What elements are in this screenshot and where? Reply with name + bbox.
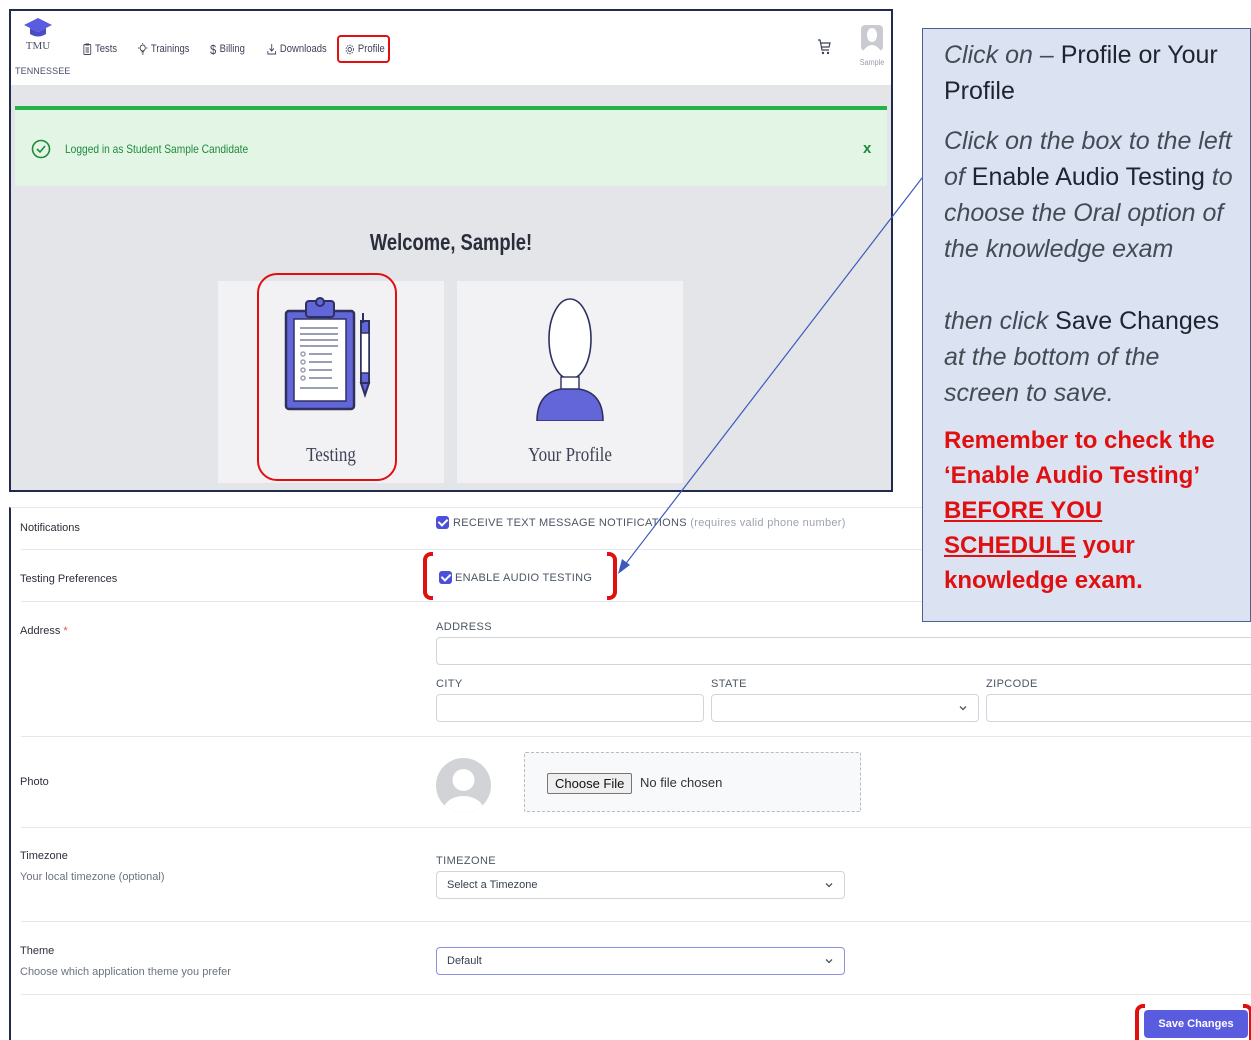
state-select[interactable] <box>711 694 979 722</box>
dollar-icon: $ <box>210 41 217 57</box>
notifications-checkbox[interactable] <box>436 516 449 529</box>
state-label: STATE <box>711 678 747 690</box>
alert-close-button[interactable]: x <box>863 140 871 157</box>
callout-warning: Remember to check the ‘Enable Audio Test… <box>944 427 1215 594</box>
callout-step-2: Click on the box to the left of Enable A… <box>944 127 1233 263</box>
save-changes-button[interactable]: Save Changes <box>1144 1010 1248 1038</box>
nav-downloads[interactable]: Downloads <box>267 41 327 57</box>
audio-highlight-bracket-left <box>423 552 433 600</box>
profile-card[interactable]: Your Profile <box>457 281 683 483</box>
nav-billing[interactable]: $ Billing <box>210 41 245 57</box>
zipcode-label: ZIPCODE <box>986 678 1038 690</box>
timezone-select[interactable]: Select a Timezone <box>436 871 845 899</box>
callout-step-3: then click Save Changes at the bottom of… <box>944 307 1220 407</box>
login-alert: Logged in as Student Sample Candidate x <box>15 106 887 186</box>
notifications-label: Notifications <box>20 522 80 534</box>
brand-name: TMU <box>25 40 51 52</box>
nav-label: Billing <box>219 43 245 55</box>
theme-description: Choose which application theme you prefe… <box>20 966 231 978</box>
lightbulb-icon <box>138 43 148 55</box>
save-highlight-bracket-left <box>1135 1004 1145 1040</box>
notifications-checkbox-label: RECEIVE TEXT MESSAGE NOTIFICATIONS (requ… <box>453 517 846 529</box>
city-input[interactable] <box>436 694 704 722</box>
choose-file-button[interactable]: Choose File <box>547 773 633 794</box>
alert-message: Logged in as Student Sample Candidate <box>65 142 249 156</box>
testing-preferences-label: Testing Preferences <box>20 573 118 585</box>
divider <box>21 921 1251 922</box>
clipboard-icon <box>83 43 92 55</box>
user-menu[interactable]: Sample <box>856 25 888 67</box>
address-input[interactable] <box>436 637 1251 665</box>
profile-card-label: Your Profile <box>528 444 612 466</box>
dashboard-screenshot: TMU TENNESSEE Tests Trainings $ Billing … <box>9 9 893 492</box>
photo-placeholder-avatar <box>436 758 491 813</box>
chevron-down-icon <box>959 706 967 711</box>
address-field-label: ADDRESS <box>436 621 492 633</box>
avatar-icon <box>861 25 883 51</box>
save-highlight-bracket-right <box>1243 1004 1251 1040</box>
nav-label: Downloads <box>279 43 327 55</box>
check-circle-icon <box>31 139 51 159</box>
nav-trainings[interactable]: Trainings <box>138 41 189 57</box>
download-icon <box>267 44 277 55</box>
enable-audio-testing-label: ENABLE AUDIO TESTING <box>455 572 593 584</box>
file-status: No file chosen <box>640 775 723 790</box>
timezone-description: Your local timezone (optional) <box>20 871 165 883</box>
address-label: Address * <box>20 625 68 637</box>
zipcode-input[interactable] <box>986 694 1251 722</box>
nav-label: Trainings <box>150 43 190 55</box>
nav-tests[interactable]: Tests <box>83 41 117 57</box>
audio-highlight-bracket-right <box>607 552 617 600</box>
divider <box>21 994 1251 995</box>
user-label: Sample <box>859 58 885 67</box>
divider <box>21 736 1251 737</box>
theme-select[interactable]: Default <box>436 947 845 975</box>
photo-dropzone[interactable]: Choose File No file chosen <box>524 752 861 812</box>
divider <box>21 827 1251 828</box>
photo-label: Photo <box>20 776 49 788</box>
brand-state: TENNESSEE <box>15 66 71 76</box>
top-navbar: TMU TENNESSEE Tests Trainings $ Billing … <box>11 11 891 85</box>
enable-audio-testing-checkbox[interactable] <box>439 571 452 584</box>
graduation-cap-icon <box>24 18 52 37</box>
profile-highlight-bracket <box>337 35 390 63</box>
chevron-down-icon <box>825 883 833 888</box>
city-label: CITY <box>436 678 463 690</box>
avatar-placeholder-icon <box>443 769 484 813</box>
welcome-heading: Welcome, Sample! <box>369 229 533 255</box>
theme-label: Theme <box>20 945 55 957</box>
instruction-callout: Click on – Profile or Your Profile Click… <box>922 28 1251 622</box>
brand-logo[interactable]: TMU <box>11 17 65 52</box>
timezone-field-label: TIMEZONE <box>436 855 497 867</box>
testing-highlight-bracket <box>257 273 397 481</box>
person-silhouette-icon <box>536 298 604 421</box>
callout-step-1: Click on – Profile or Your Profile <box>944 41 1218 105</box>
nav-label: Tests <box>95 43 118 55</box>
cart-icon[interactable] <box>817 39 831 55</box>
chevron-down-icon <box>825 959 833 964</box>
timezone-label: Timezone <box>20 850 68 862</box>
